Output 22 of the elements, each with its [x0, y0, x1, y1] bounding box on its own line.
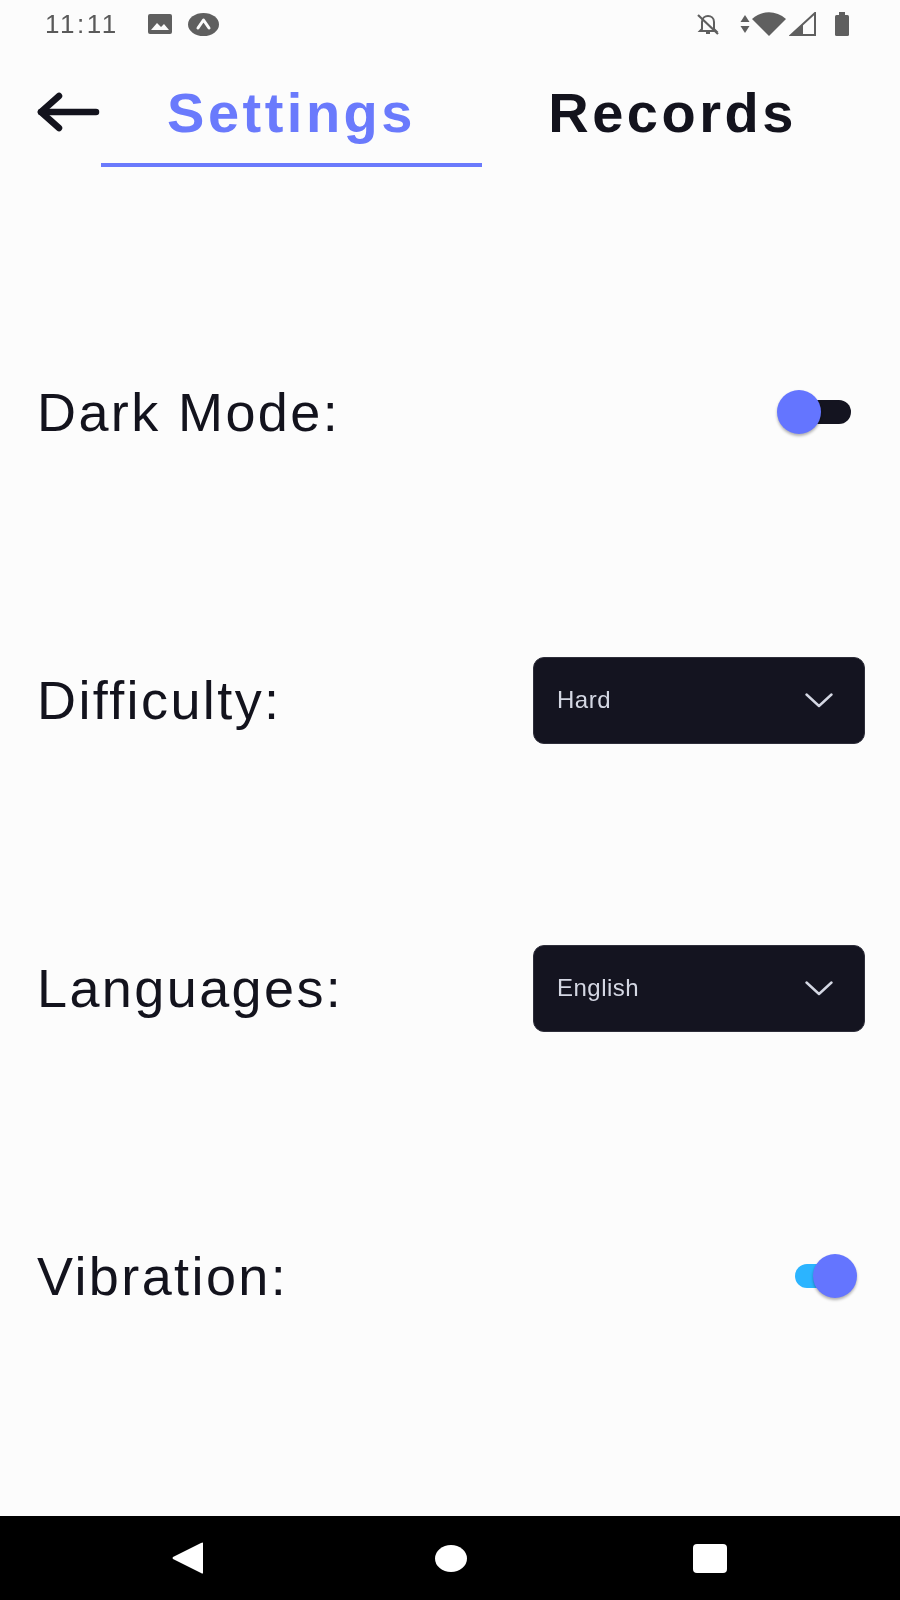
setting-label: Vibration: [37, 1244, 289, 1308]
tab[interactable]: Records [482, 70, 863, 167]
setting-label: Languages: [37, 956, 344, 1020]
dropdown-select[interactable]: English [533, 944, 865, 1032]
image-icon [147, 14, 172, 34]
wifi-icon [752, 12, 786, 36]
bell-off-icon [696, 13, 720, 35]
setting-label: Difficulty: [37, 668, 282, 732]
chevron-down-icon [805, 980, 833, 996]
back-button[interactable] [36, 92, 101, 132]
home-circle-icon[interactable] [435, 1544, 467, 1572]
up-down-arrows-icon [740, 14, 750, 34]
recents-square-icon[interactable] [693, 1543, 727, 1573]
tab[interactable]: Settings [101, 70, 482, 167]
battery-icon [835, 12, 849, 36]
signal-icon [789, 12, 816, 36]
back-triangle-icon[interactable] [172, 1542, 204, 1574]
chevron-down-icon [805, 692, 833, 708]
setting-label: Dark Mode: [37, 380, 341, 444]
dropdown-select[interactable]: Hard [533, 656, 865, 744]
caret-circle-icon [187, 12, 219, 36]
status-time: 11:11 [45, 11, 119, 37]
